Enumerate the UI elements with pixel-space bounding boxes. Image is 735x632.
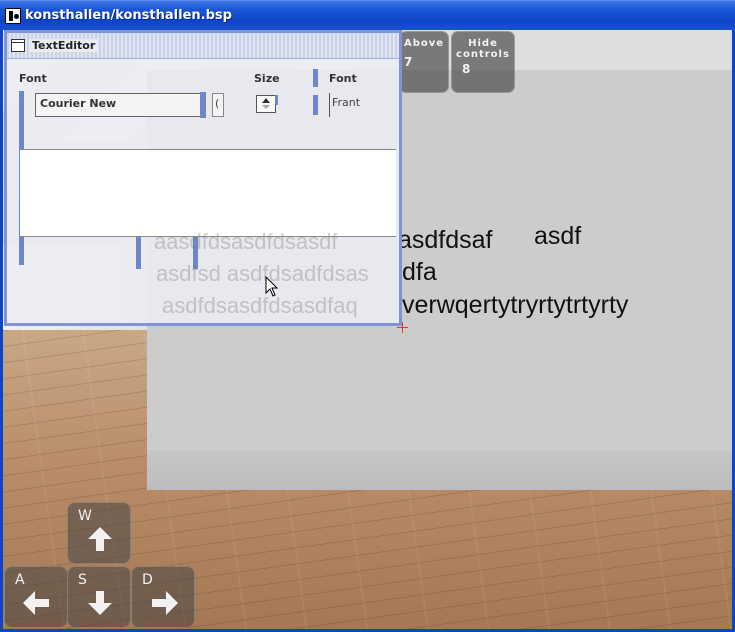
arrow-right-icon <box>152 591 178 615</box>
wall-base <box>147 450 732 490</box>
key-s-label: S <box>78 572 87 588</box>
above-button[interactable]: Above 7 <box>399 31 449 93</box>
move-forward-button[interactable]: W <box>67 502 131 564</box>
move-left-button[interactable]: A <box>4 566 68 628</box>
size-input[interactable]: ( <box>212 93 224 117</box>
text-editor-titlebar[interactable]: TextEditor <box>7 33 399 59</box>
wall-text-line: asdf <box>534 222 582 250</box>
key-w-label: W <box>78 508 92 524</box>
above-button-label: Above <box>403 38 445 49</box>
text-editor-title: TextEditor <box>29 39 99 52</box>
ghost-text-line: aasdfdsasdfdsasdf <box>154 229 338 254</box>
wall-text-line: dfa <box>402 258 437 286</box>
wall-text-line: asdfdsaf <box>398 226 493 254</box>
above-button-key: 7 <box>404 55 414 69</box>
ghost-text-line: asdfsd asdfdsadfdsas <box>156 261 369 286</box>
mouse-cursor-icon <box>265 276 279 297</box>
font2-label: Font <box>329 72 357 85</box>
arrow-up-icon <box>88 527 112 551</box>
ghost-text-line: asdfdsasdfdsasdfaq <box>162 293 358 318</box>
hide-controls-button[interactable]: Hide controls 8 <box>451 31 515 93</box>
arrow-down-icon <box>88 591 112 615</box>
window-titlebar[interactable]: konsthallen/konsthallen.bsp <box>0 0 735 30</box>
key-a-label: A <box>15 572 25 588</box>
font-label: Font <box>19 72 47 85</box>
toolbar-separator <box>313 69 318 87</box>
font2-field[interactable]: Frant <box>329 93 389 117</box>
toolbar-separator-2 <box>313 95 318 115</box>
font-family-field[interactable]: Courier New <box>35 93 203 117</box>
app-icon <box>5 7 21 24</box>
editor-window-icon <box>11 39 25 52</box>
hide-controls-key: 8 <box>462 62 472 76</box>
hide-controls-label: Hide controls <box>456 38 510 60</box>
size-label: Size <box>254 72 280 85</box>
move-back-button[interactable]: S <box>67 566 131 628</box>
move-right-button[interactable]: D <box>131 566 195 628</box>
window-title: konsthallen/konsthallen.bsp <box>25 8 232 23</box>
key-d-label: D <box>142 572 153 588</box>
font-field-scroll[interactable] <box>200 92 206 118</box>
column-divider <box>136 237 141 269</box>
arrow-left-icon <box>23 591 49 615</box>
spinner-arrows-icon <box>262 98 270 109</box>
spinner-bar <box>275 95 278 105</box>
editor-text-area[interactable] <box>20 149 396 237</box>
wall-text-line: verwqertytryrtytrtyrty <box>402 291 629 319</box>
size-spinner[interactable] <box>256 95 276 113</box>
